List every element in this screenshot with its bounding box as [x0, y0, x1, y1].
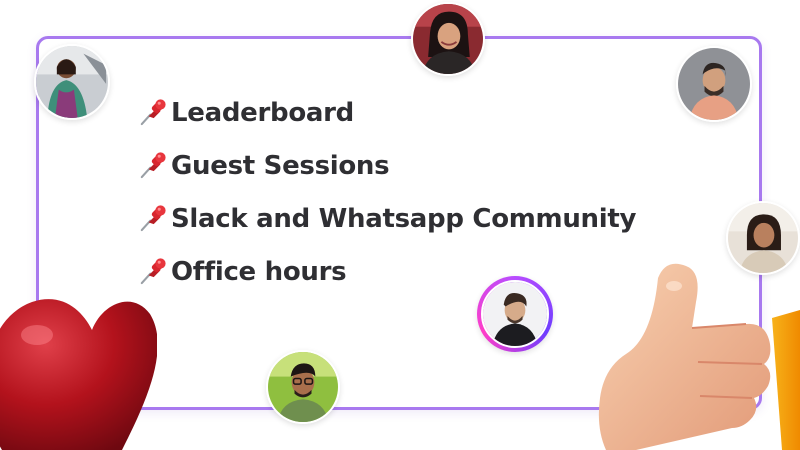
item-label-leaderboard: Leaderboard: [171, 97, 354, 128]
list-item: Guest Sessions: [135, 139, 636, 192]
avatar-center-ring: [477, 276, 553, 352]
item-label-community: Slack and Whatsapp Community: [171, 203, 637, 234]
list-item: Leaderboard: [135, 86, 636, 139]
feature-list: Leaderboard Guest Sessions Slack and Wha…: [135, 86, 636, 298]
pushpin-icon: [140, 204, 166, 231]
item-label-guest-sessions: Guest Sessions: [171, 150, 390, 181]
avatar-top-left: [34, 44, 110, 120]
thumbs-up-icon: [598, 263, 800, 450]
pushpin-icon: [140, 98, 166, 125]
pushpin-icon: [140, 151, 166, 178]
list-item: Office hours: [135, 245, 636, 298]
avatar-top-center: [411, 2, 485, 76]
heart-icon: [0, 299, 157, 450]
avatar-bottom-center: [266, 350, 340, 424]
avatar-top-right: [676, 46, 752, 122]
slide: Leaderboard Guest Sessions Slack and Wha…: [0, 0, 800, 450]
list-item: Slack and Whatsapp Community: [135, 192, 636, 245]
item-label-office-hours: Office hours: [171, 256, 347, 287]
